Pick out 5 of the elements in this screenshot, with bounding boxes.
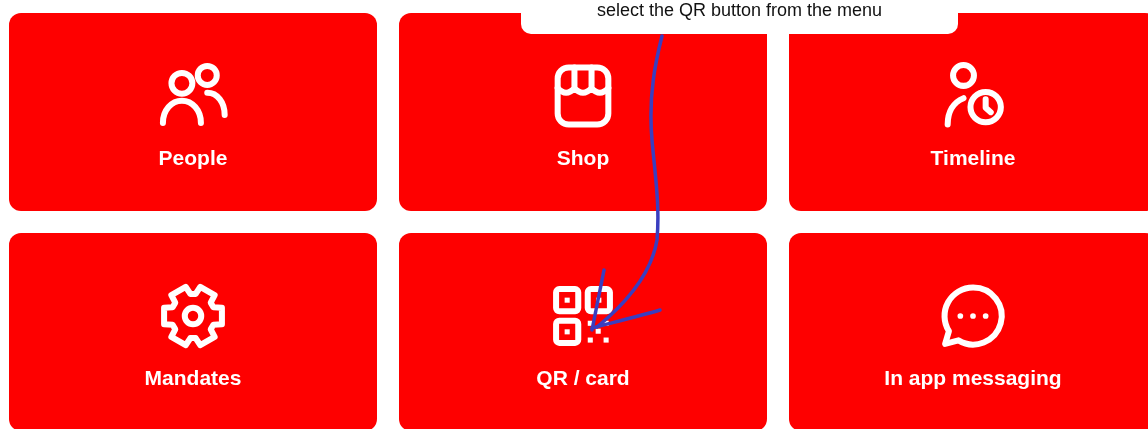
tooltip: select the QR button from the menu: [521, 0, 958, 34]
menu-tile[interactable]: In app messaging: [789, 233, 1148, 429]
menu-tile[interactable]: Mandates: [9, 233, 377, 429]
menu-tile[interactable]: QR / card: [399, 233, 767, 429]
menu-tile[interactable]: People: [9, 13, 377, 211]
